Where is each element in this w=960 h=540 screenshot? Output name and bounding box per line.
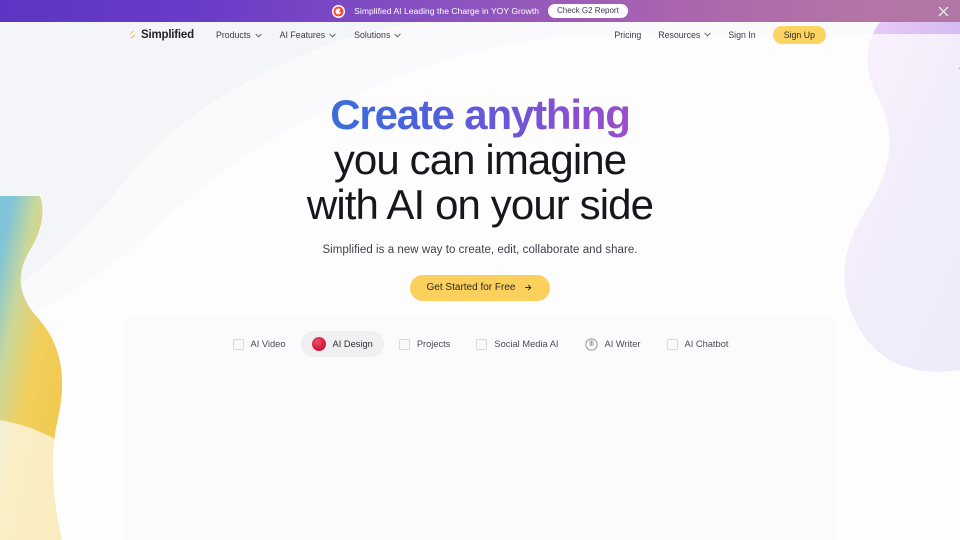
close-icon[interactable]	[936, 4, 950, 18]
headline-line-1: Create anything	[330, 91, 631, 138]
tab-ai-chatbot-label: AI Chatbot	[684, 339, 729, 349]
check-g2-report-button[interactable]: Check G2 Report	[548, 3, 628, 19]
promo-text: Simplified AI Leading the Charge in YOY …	[354, 6, 540, 16]
tab-social-media-ai[interactable]: Social Media AI	[465, 333, 569, 356]
product-tabs: AI Video AI Design Projects Social Media…	[128, 320, 833, 357]
nav-item-pricing-label: Pricing	[614, 29, 642, 40]
social-media-ai-icon	[476, 338, 488, 350]
hero-cta-wrapper: Get Started for Free	[0, 274, 960, 301]
brand-logo[interactable]: Simplified	[126, 29, 194, 41]
sign-up-button[interactable]: Sign Up	[772, 26, 826, 44]
tab-ai-design-label: AI Design	[332, 339, 373, 349]
simplified-logo-icon	[128, 31, 136, 39]
sign-in-link[interactable]: Sign In	[728, 30, 755, 40]
chevron-down-icon	[255, 33, 262, 37]
nav-item-solutions[interactable]: Solutions	[354, 30, 401, 40]
nav-item-ai-features[interactable]: AI Features	[280, 30, 336, 40]
brand-name: Simplified	[141, 29, 194, 41]
ai-video-icon	[232, 338, 244, 350]
page-title: Create anything you can imagine with AI …	[0, 67, 960, 228]
tab-ai-video-label: AI Video	[250, 339, 286, 349]
chevron-down-icon	[394, 33, 401, 37]
g2-logo-icon	[332, 4, 346, 18]
hero-section: Create anything you can imagine with AI …	[0, 48, 960, 301]
nav-item-pricing[interactable]: Pricing	[614, 30, 641, 40]
tab-ai-video[interactable]: AI Video	[222, 333, 297, 356]
nav-right-group: Pricing Resources Sign In Sign Up	[614, 26, 826, 44]
get-started-for-free-button[interactable]: Get Started for Free	[409, 274, 551, 301]
ai-chatbot-icon	[666, 338, 678, 350]
tab-ai-chatbot[interactable]: AI Chatbot	[656, 333, 740, 356]
nav-item-products[interactable]: Products	[216, 30, 262, 40]
tab-ai-design[interactable]: AI Design	[300, 331, 384, 357]
promo-banner: Simplified AI Leading the Charge in YOY …	[0, 0, 960, 22]
arrow-right-icon	[525, 285, 532, 291]
tab-projects-label: Projects	[416, 339, 451, 349]
nav-item-solutions-label: Solutions	[354, 30, 391, 40]
tab-ai-writer-label: AI Writer	[604, 339, 641, 349]
hero-subtitle: Simplified is a new way to create, edit,…	[322, 243, 638, 256]
ai-design-icon	[311, 337, 326, 351]
tab-projects[interactable]: Projects	[388, 333, 462, 356]
main-navigation: Simplified Products AI Features Solution…	[0, 22, 960, 48]
tab-ai-writer[interactable]: AI Writer	[574, 332, 652, 357]
projects-icon	[398, 338, 410, 350]
sparkle-stars	[954, 46, 960, 76]
product-preview-panel: AI Video AI Design Projects Social Media…	[128, 320, 833, 540]
chevron-down-icon	[704, 33, 711, 37]
chevron-down-icon	[329, 33, 336, 37]
nav-item-resources[interactable]: Resources	[658, 30, 711, 40]
ai-writer-icon	[584, 337, 598, 351]
headline-line-2: you can imagine	[333, 135, 627, 183]
tab-social-media-ai-label: Social Media AI	[494, 339, 559, 349]
nav-links: Products AI Features Solutions	[216, 30, 401, 40]
nav-item-ai-features-label: AI Features	[279, 30, 326, 40]
nav-item-products-label: Products	[215, 30, 251, 40]
nav-item-resources-label: Resources	[658, 29, 701, 40]
headline-line-3: with AI on your side	[306, 180, 654, 228]
get-started-label: Get Started for Free	[426, 281, 516, 293]
